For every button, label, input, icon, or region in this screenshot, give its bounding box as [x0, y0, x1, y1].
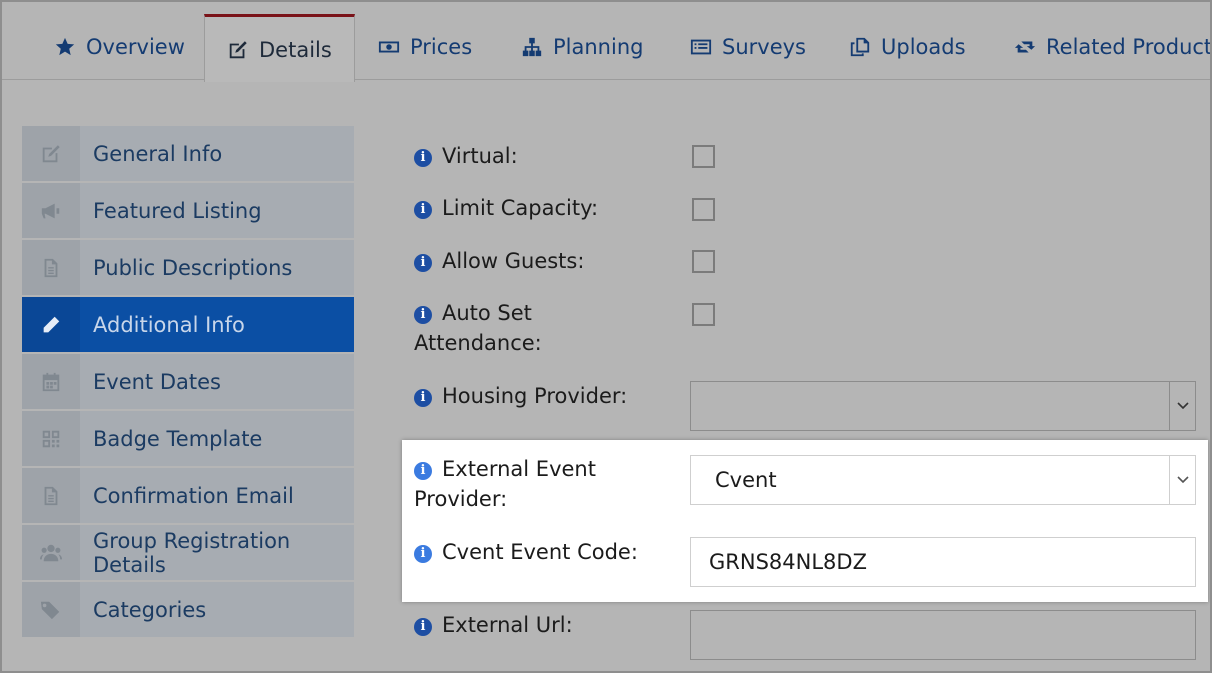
tags-icon [40, 601, 60, 619]
copy-icon [850, 37, 870, 57]
external-url-label: i External Url: [414, 610, 674, 640]
info-icon[interactable]: i [414, 618, 432, 636]
tab-prices[interactable]: Prices [378, 14, 472, 80]
sitemap-icon [522, 37, 542, 57]
file-icon [44, 258, 58, 277]
pencil-icon [43, 316, 60, 332]
housing-provider-select[interactable] [690, 381, 1196, 431]
tab-label: Prices [410, 35, 473, 59]
sidebar-item-categories[interactable]: Categories [22, 582, 354, 637]
sidebar-item-label: Confirmation Email [93, 483, 294, 508]
tab-details[interactable]: Details [204, 14, 355, 82]
sidebar-item-label: Featured Listing [93, 198, 262, 223]
tab-label: Overview [86, 35, 185, 59]
tab-label: Uploads [881, 35, 966, 59]
tab-overview[interactable]: Overview [54, 14, 185, 80]
list-icon [690, 39, 712, 55]
cvent-event-code-input[interactable]: GRNS84NL8DZ [690, 537, 1196, 587]
cvent-event-code-value: GRNS84NL8DZ [709, 550, 867, 574]
chevron-down-icon[interactable] [1169, 382, 1195, 430]
tab-related-products[interactable]: Related Products [1014, 14, 1212, 80]
sidebar-item-event-dates[interactable]: Event Dates [22, 354, 354, 409]
virtual-checkbox[interactable] [692, 145, 715, 168]
auto-set-attendance-label: i Auto Set Attendance: [414, 301, 542, 355]
users-icon [40, 544, 62, 561]
sidebar-item-public-descriptions[interactable]: Public Descriptions [22, 240, 354, 295]
auto-set-attendance-checkbox[interactable] [692, 303, 715, 326]
info-icon[interactable]: i [414, 201, 432, 219]
virtual-label: i Virtual: [414, 141, 674, 171]
chevron-down-icon[interactable] [1169, 456, 1195, 504]
info-icon[interactable]: i [414, 254, 432, 272]
sidebar-item-confirmation-email[interactable]: Confirmation Email [22, 468, 354, 523]
housing-provider-label: i Housing Provider: [414, 381, 674, 411]
tab-label: Surveys [722, 35, 806, 59]
tab-surveys[interactable]: Surveys [690, 14, 806, 80]
tab-bar: Overview Details Prices Planning Surveys… [2, 2, 1212, 82]
tab-uploads[interactable]: Uploads [849, 14, 966, 80]
tab-label: Related Products [1046, 35, 1212, 59]
edit-icon [229, 40, 247, 58]
external-event-provider-label: i External Event Provider: [414, 457, 596, 511]
qrcode-icon [42, 430, 60, 447]
file-icon [44, 486, 58, 505]
info-icon[interactable]: i [414, 462, 432, 480]
edit-icon [42, 144, 60, 162]
limit-capacity-checkbox[interactable] [692, 198, 715, 221]
sidebar-item-label: Badge Template [93, 426, 263, 451]
cvent-event-code-label: i Cvent Event Code: [414, 537, 674, 567]
tab-planning[interactable]: Planning [521, 14, 643, 80]
sidebar-item-featured-listing[interactable]: Featured Listing [22, 183, 354, 238]
sidebar-item-label: Group Registration Details [93, 528, 291, 577]
limit-capacity-label: i Limit Capacity: [414, 193, 674, 223]
app-frame: Overview Details Prices Planning Surveys… [0, 0, 1212, 673]
sidebar-item-label: Event Dates [93, 369, 221, 394]
allow-guests-label: i Allow Guests: [414, 246, 674, 276]
allow-guests-checkbox[interactable] [692, 250, 715, 273]
tab-label: Planning [553, 35, 644, 59]
star-icon [55, 37, 75, 56]
sidebar-item-general-info[interactable]: General Info [22, 126, 354, 181]
external-url-input[interactable] [690, 610, 1196, 660]
sidebar-item-label: Public Descriptions [93, 255, 293, 280]
sidebar-item-badge-template[interactable]: Badge Template [22, 411, 354, 466]
calendar-icon [42, 372, 60, 391]
retweet-icon [1014, 41, 1036, 53]
info-icon[interactable]: i [414, 306, 432, 324]
info-icon[interactable]: i [414, 389, 432, 407]
sidebar-item-label: Additional Info [93, 312, 245, 337]
tab-label: Details [259, 37, 332, 62]
sidebar-item-label: Categories [93, 597, 207, 622]
sidebar-item-label: General Info [93, 141, 223, 166]
money-icon [378, 41, 400, 53]
external-event-provider-value: Cvent [715, 468, 777, 492]
info-icon[interactable]: i [414, 545, 432, 563]
sidebar-item-additional-info[interactable]: Additional Info [22, 297, 354, 352]
sidebar-item-group-registration-details[interactable]: Group Registration Details [22, 525, 354, 580]
info-icon[interactable]: i [414, 149, 432, 167]
external-event-provider-select[interactable]: Cvent [690, 455, 1196, 505]
megaphone-icon [41, 203, 60, 218]
